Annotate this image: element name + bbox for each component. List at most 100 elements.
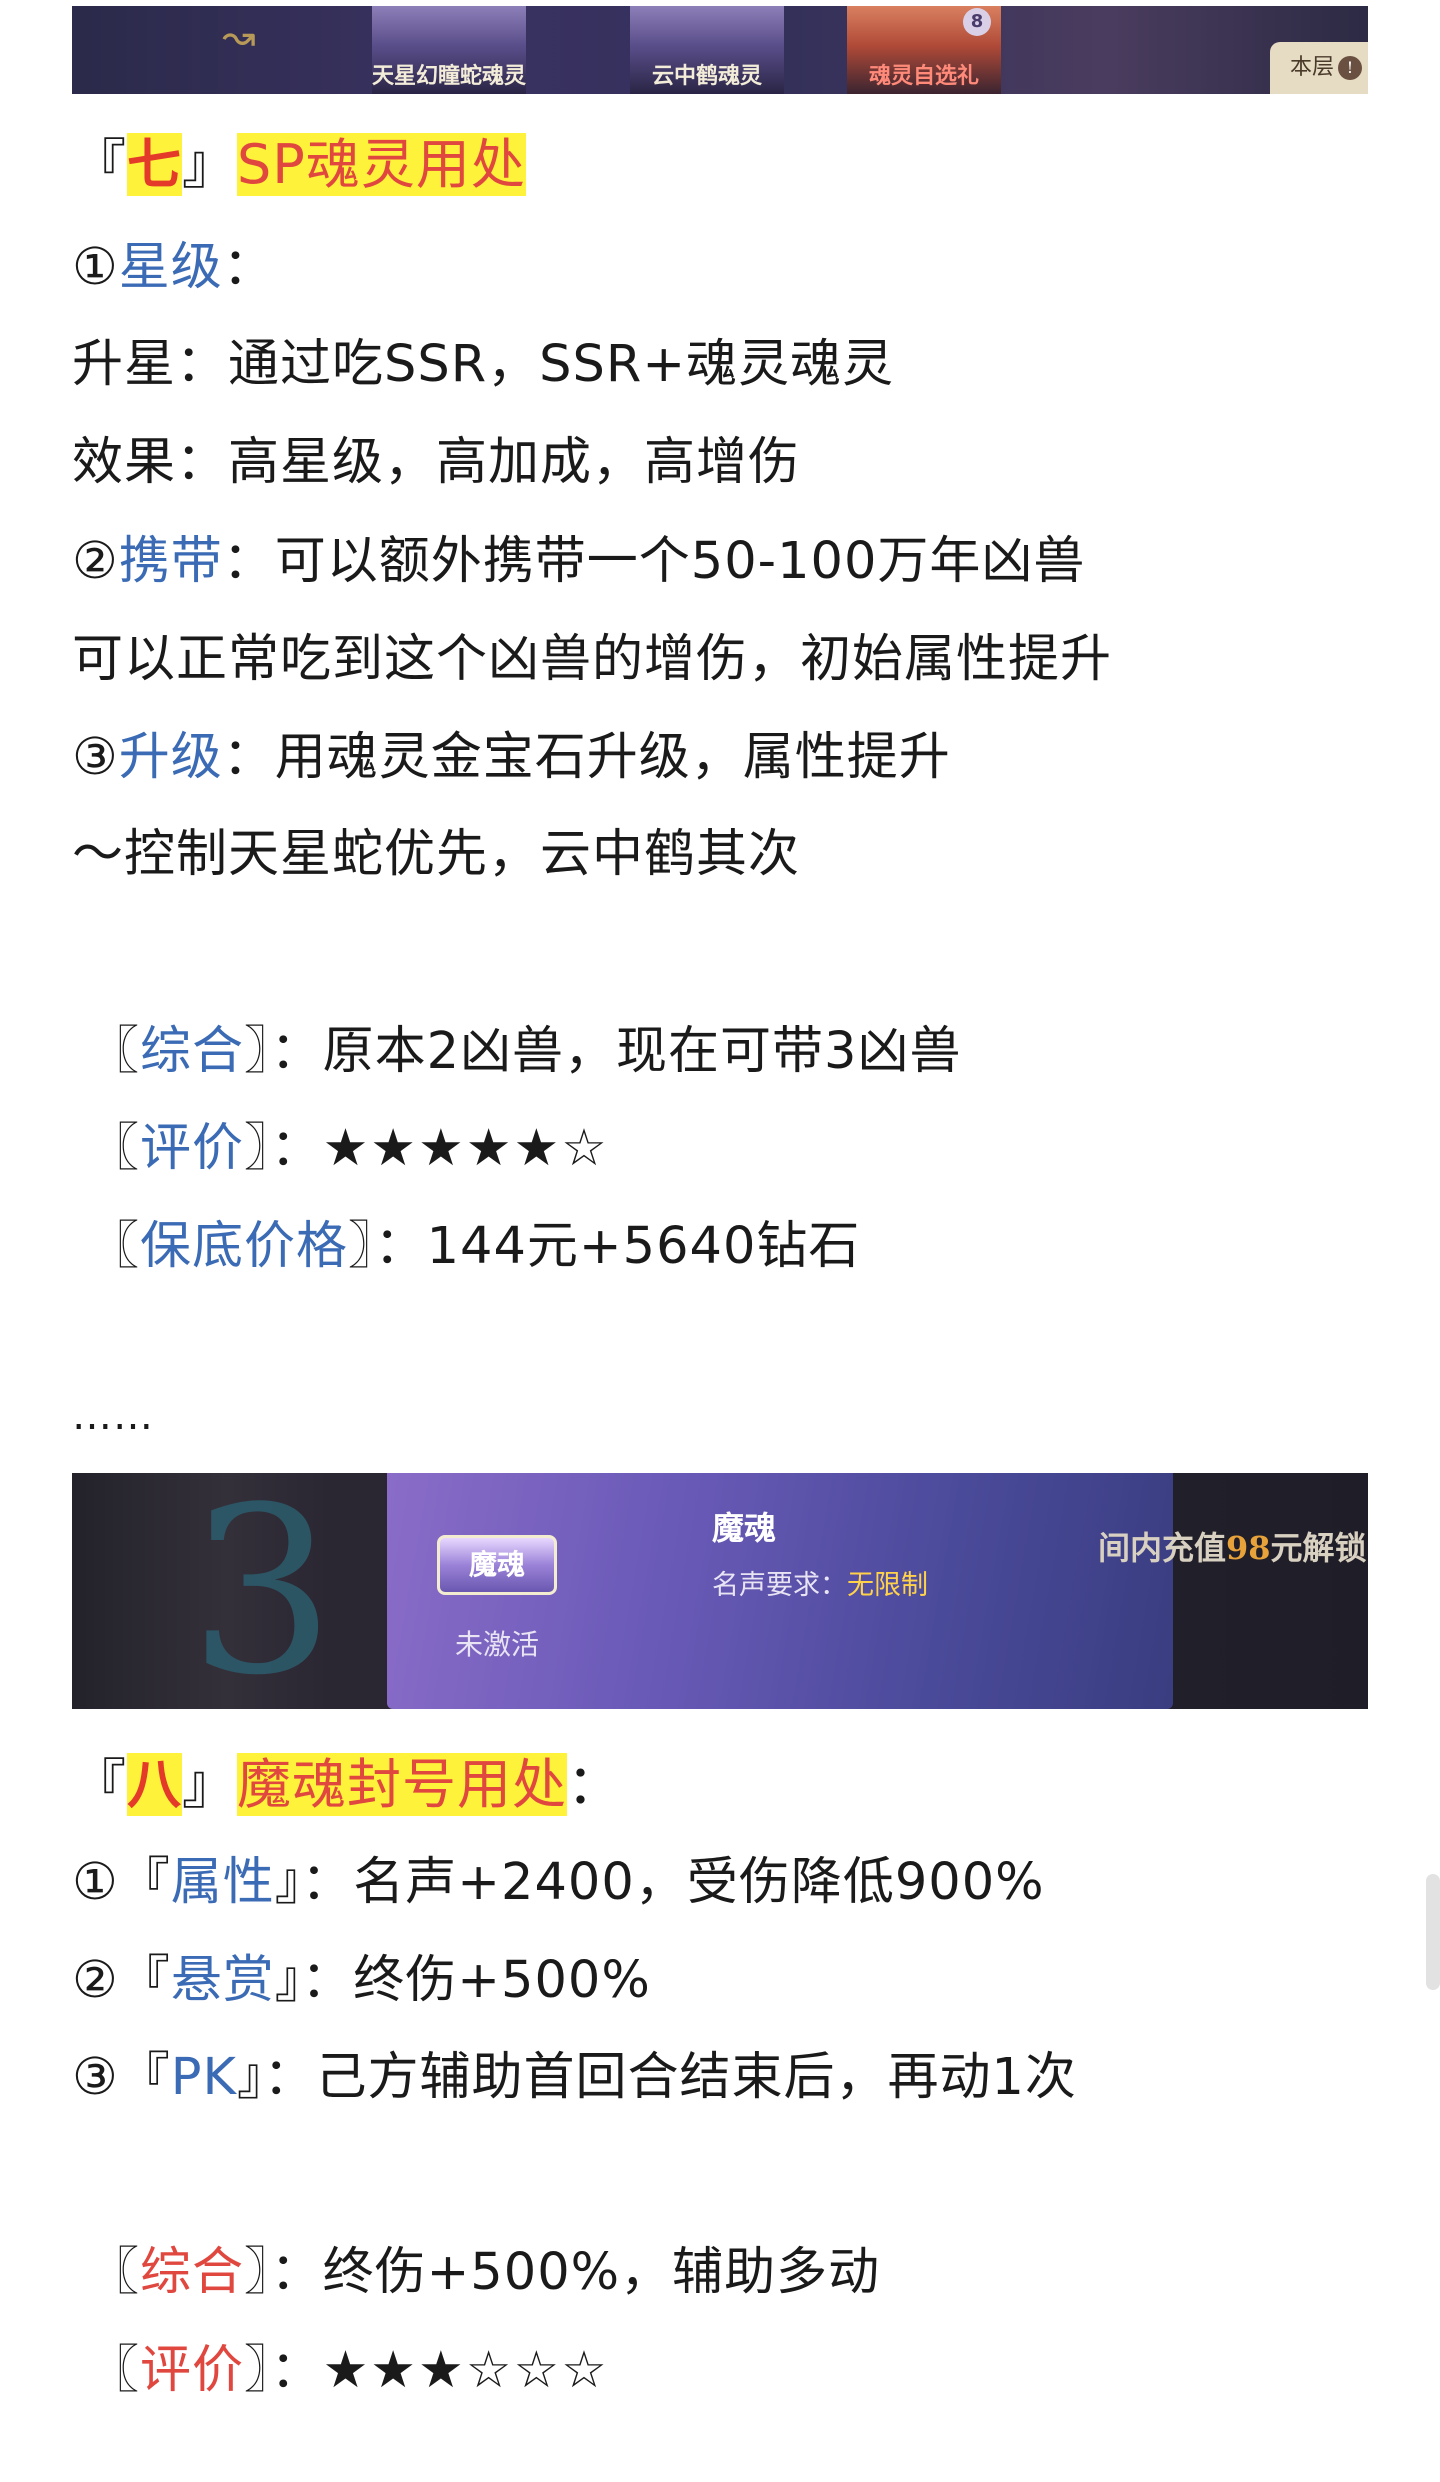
bracket: 〗 (244, 1022, 271, 1081)
summary-key: 综合 (140, 1022, 245, 1081)
s8-line-3: ③『PK』：己方辅助首回合结束后，再动1次 (72, 2048, 1077, 2108)
open-quote: 『 (72, 1753, 127, 1816)
section-title: 魔魂封号用处 (237, 1753, 567, 1816)
recharge-prefix: 间内充值 (1098, 1529, 1227, 1567)
summary-key: 评价 (140, 2341, 245, 2400)
separator: ： (270, 1022, 323, 1081)
separator: ： (270, 1119, 323, 1178)
item-text: 名声+2400，受伤降低900% (353, 1853, 1045, 1912)
separator: ： (222, 728, 275, 787)
bracket: 〗 (244, 1119, 271, 1178)
s7-line-3: 效果：高星级，高加成，高增伤 (72, 433, 800, 493)
s7-line-6: ③升级：用魂灵金宝石升级，属性提升 (72, 728, 951, 788)
floor-tag: 本层! (1270, 42, 1368, 94)
circled-number: ① (72, 238, 119, 297)
title-card: 魔魂 未激活 魔魂 名声要求：无限制 (387, 1473, 1173, 1709)
ellipsis: …… (72, 1393, 154, 1439)
item-text: 可以正常吃到这个凶兽的增伤，初始属性提升 (72, 630, 1113, 689)
section-number: 七 (127, 133, 182, 196)
summary-text: 原本2凶兽，现在可带3凶兽 (322, 1022, 962, 1081)
s7-line-7: ～控制天星蛇优先，云中鹤其次 (72, 825, 800, 885)
close-quote: 』 (182, 133, 237, 196)
s7-summary-rating: 〖评价〗：★★★★★☆ (88, 1119, 609, 1179)
circled-number: ② (72, 1951, 119, 2010)
summary-text: 144元+5640钻石 (426, 1217, 861, 1276)
arrow-decoration-icon: ↝ (222, 14, 256, 60)
bracket: 『 (118, 1853, 171, 1912)
scrollbar-thumb[interactable] (1426, 1874, 1440, 1990)
item-text: 可以额外携带一个50-100万年凶兽 (274, 532, 1086, 591)
item-key: 星级 (118, 238, 223, 297)
circled-number: ③ (72, 728, 119, 787)
s7-line-4: ②携带：可以额外携带一个50-100万年凶兽 (72, 532, 1085, 592)
summary-key: 保底价格 (140, 1217, 349, 1276)
recharge-suffix: 元解锁 (1270, 1529, 1367, 1567)
s7-summary-overall: 〖综合〗：原本2凶兽，现在可带3凶兽 (88, 1022, 961, 1082)
bracket: 〗 (348, 1217, 375, 1276)
item-text: 终伤+500% (353, 1951, 651, 2010)
title-badge: 魔魂 (437, 1535, 557, 1595)
bracket: 〖 (88, 1022, 141, 1081)
star-rating: ★★★☆☆☆ (322, 2341, 609, 2400)
item-text: 升星：通过吃SSR，SSR+魂灵魂灵 (72, 335, 895, 394)
s8-line-2: ②『悬赏』：终伤+500% (72, 1951, 651, 2011)
reward-tile-label: 魂灵自选礼 (868, 64, 979, 89)
separator: ： (263, 2048, 316, 2107)
bracket: 『 (118, 2048, 171, 2107)
s7-line-2: 升星：通过吃SSR，SSR+魂灵魂灵 (72, 335, 894, 395)
item-text: 用魂灵金宝石升级，属性提升 (274, 728, 951, 787)
summary-text: 终伤+500%，辅助多动 (322, 2243, 881, 2302)
bracket: 〖 (88, 2243, 141, 2302)
top-game-banner: ↝ 天星幻瞳蛇魂灵 云中鹤魂灵 8 魂灵自选礼 本层! (72, 6, 1368, 94)
reputation-requirement: 名声要求：无限制 (712, 1563, 928, 1602)
title-card-banner: 3 魔魂 未激活 魔魂 名声要求：无限制 间内充值98元解锁 (72, 1473, 1368, 1709)
alert-icon: ! (1338, 56, 1363, 80)
bracket: 』 (274, 1951, 302, 2010)
s8-summary-overall: 〖综合〗：终伤+500%，辅助多动 (88, 2243, 880, 2303)
item-text: ～控制天星蛇优先，云中鹤其次 (72, 825, 801, 884)
bracket: 〗 (244, 2243, 271, 2302)
bracket: 』 (274, 1853, 302, 1912)
close-quote: 』 (182, 1753, 237, 1816)
separator: ： (301, 1853, 354, 1912)
circled-number: ③ (72, 2048, 119, 2107)
bracket: 〖 (88, 1217, 141, 1276)
item-key: 升级 (118, 728, 223, 787)
item-key: 属性 (170, 1853, 275, 1912)
summary-key: 综合 (140, 2243, 245, 2302)
bracket: 〖 (88, 1119, 141, 1178)
item-key: PK (170, 2048, 237, 2107)
reward-tile-selectable: 8 魂灵自选礼 (847, 6, 1001, 94)
bracket: 〖 (88, 2341, 141, 2400)
open-quote: 『 (72, 133, 127, 196)
section-number: 八 (127, 1753, 182, 1816)
s7-line-5: 可以正常吃到这个凶兽的增伤，初始属性提升 (72, 630, 1112, 690)
bracket: 〗 (244, 2341, 271, 2400)
bracket: 『 (118, 1951, 171, 2010)
bracket: 』 (236, 2048, 264, 2107)
item-key: 悬赏 (170, 1951, 275, 2010)
requirement-value: 无限制 (847, 1570, 928, 1601)
summary-key: 评价 (140, 1119, 245, 1178)
s7-summary-price: 〖保底价格〗：144元+5640钻石 (88, 1217, 860, 1277)
separator: ： (301, 1951, 354, 2010)
circled-number: ② (72, 532, 119, 591)
s7-line-1: ①星级： (72, 238, 275, 298)
circled-number: ① (72, 1853, 119, 1912)
rune-decoration-icon: 3 (188, 1473, 336, 1709)
separator: ： (222, 532, 275, 591)
s8-summary-rating: 〖评价〗：★★★☆☆☆ (88, 2341, 609, 2401)
recharge-hint: 间内充值98元解锁 (1098, 1523, 1368, 1569)
section-title: SP魂灵用处 (237, 133, 526, 196)
title-name: 魔魂 (712, 1509, 777, 1547)
separator: ： (270, 2243, 323, 2302)
activation-status: 未激活 (454, 1628, 539, 1661)
separator: ： (222, 238, 275, 297)
count-badge: 8 (963, 8, 991, 36)
floor-label: 本层 (1290, 55, 1335, 80)
reward-tile-yunzhonghe: 云中鹤魂灵 (630, 6, 784, 94)
separator: ： (567, 1753, 622, 1816)
reward-tile-label: 云中鹤魂灵 (651, 64, 762, 89)
separator: ： (270, 2341, 323, 2400)
separator: ： (374, 1217, 427, 1276)
